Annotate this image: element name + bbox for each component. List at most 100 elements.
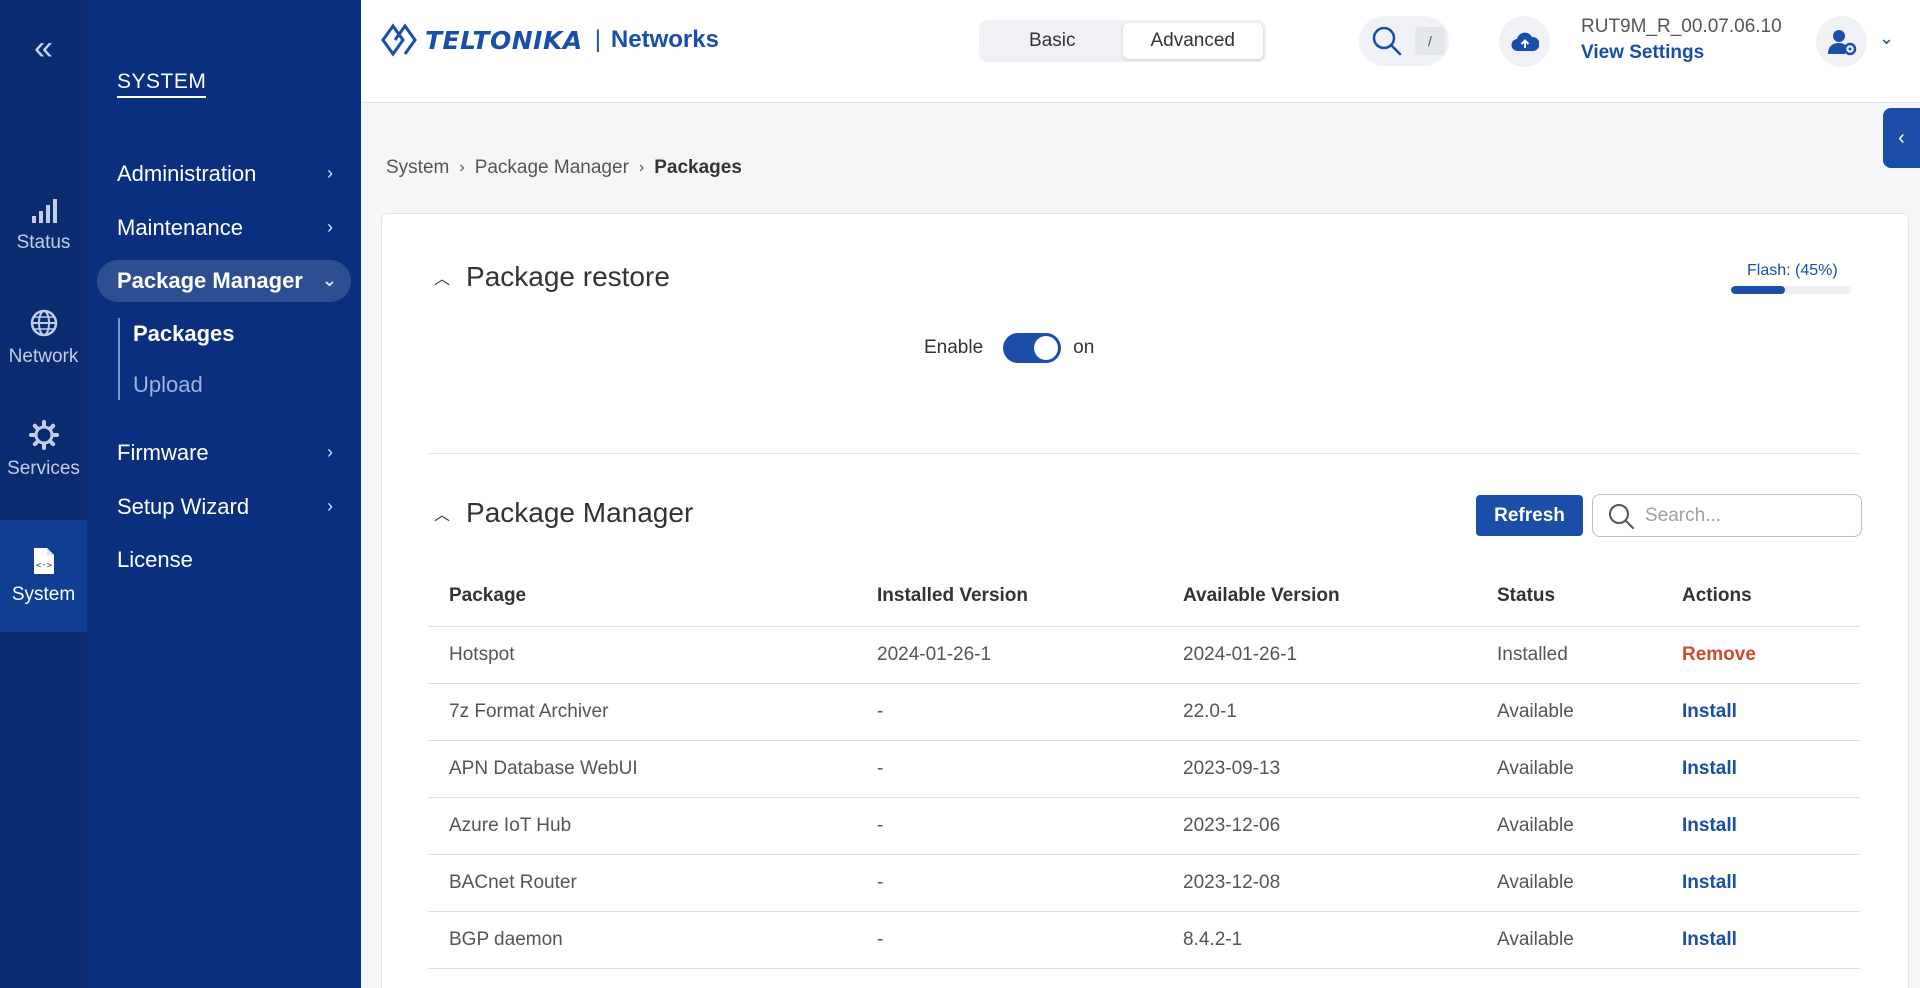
user-menu-button[interactable] (1816, 16, 1867, 67)
enable-toggle[interactable] (1003, 333, 1062, 363)
refresh-button[interactable]: Refresh (1476, 495, 1583, 536)
package-search-box (1592, 494, 1862, 537)
cell-status: Installed (1497, 626, 1682, 684)
system-subnav: SYSTEM Administration › Maintenance › Pa… (87, 0, 361, 988)
subnav-item-firmware[interactable]: Firmware › (117, 432, 349, 474)
table-row: 7z Format Archiver - 22.0-1 Available In… (428, 683, 1860, 741)
cell-available-version: 2023-09-13 (1183, 740, 1497, 798)
table-header-row: Package Installed Version Available Vers… (428, 566, 1860, 627)
cell-available-version: 2024-01-26-1 (1183, 626, 1497, 684)
cell-package: Azure IoT Hub (428, 797, 877, 855)
rail-item-system[interactable]: <·> System (0, 520, 87, 632)
cell-status: Available (1497, 683, 1682, 741)
search-icon (1609, 503, 1634, 529)
side-panel-toggle[interactable]: ‹ (1883, 108, 1920, 168)
cell-package: BACnet Router (428, 854, 877, 912)
cell-package: BGP daemon (428, 911, 877, 969)
column-header-installed-version[interactable]: Installed Version (877, 566, 1183, 627)
chevron-right-icon: › (327, 442, 333, 462)
mode-advanced-button[interactable]: Advanced (1122, 23, 1263, 59)
packages-table: Package Installed Version Available Vers… (428, 566, 1860, 969)
subnav-child-packages[interactable]: Packages (133, 321, 235, 347)
cell-status: Available (1497, 797, 1682, 855)
subnav-item-label: License (117, 547, 193, 572)
subnav-child-upload[interactable]: Upload (133, 372, 203, 398)
user-settings-icon (1827, 29, 1856, 55)
chevron-right-icon: › (459, 159, 465, 176)
subnav-item-label: Package Manager (117, 268, 303, 293)
mode-basic-button[interactable]: Basic (982, 23, 1123, 59)
top-header: TELTONIKA | Networks Basic Advanced / RU… (361, 0, 1920, 103)
user-menu-chevron-icon[interactable]: ⌄ (1879, 28, 1894, 49)
subnav-item-label: Maintenance (117, 215, 243, 240)
column-header-actions: Actions (1682, 566, 1860, 627)
signal-bars-icon (31, 199, 57, 223)
table-row: BACnet Router - 2023-12-08 Available Ins… (428, 854, 1860, 912)
install-button[interactable]: Install (1682, 758, 1737, 779)
subnav-item-license[interactable]: License (117, 539, 349, 581)
package-restore-title: Package restore (466, 261, 670, 292)
breadcrumb-item-package-manager[interactable]: Package Manager (475, 157, 629, 179)
package-search-input[interactable] (1645, 504, 1845, 527)
brand-name: TELTONIKA (425, 25, 583, 55)
brand-logo[interactable]: TELTONIKA | Networks (381, 22, 719, 58)
column-header-available-version[interactable]: Available Version (1183, 566, 1497, 627)
device-name: RUT9M_R_00.07.06.10 (1581, 16, 1782, 37)
package-restore-header[interactable]: ︿ Package restore (434, 261, 670, 293)
collapse-sidebar-icon[interactable]: « (0, 20, 87, 76)
cell-status: Available (1497, 740, 1682, 798)
subnav-item-label: Administration (117, 161, 257, 186)
flash-usage-label: Flash: (45%) (1747, 262, 1838, 279)
enable-label: Enable (924, 337, 984, 358)
subnav-item-maintenance[interactable]: Maintenance › (117, 207, 349, 249)
enable-state-text: on (1073, 337, 1095, 358)
package-manager-header[interactable]: ︿ Package Manager (434, 497, 693, 529)
cell-available-version: 2023-12-08 (1183, 854, 1497, 912)
breadcrumb: System › Package Manager › Packages (386, 157, 742, 179)
column-header-status[interactable]: Status (1497, 566, 1682, 627)
subnav-item-administration[interactable]: Administration › (117, 153, 349, 195)
subnav-item-label: Firmware (117, 440, 209, 465)
table-row: APN Database WebUI - 2023-09-13 Availabl… (428, 740, 1860, 798)
remove-button[interactable]: Remove (1682, 644, 1756, 665)
cell-installed-version: - (877, 683, 1183, 741)
chevron-right-icon: › (327, 496, 333, 516)
rail-item-services[interactable]: Services (0, 394, 87, 506)
cell-installed-version: - (877, 854, 1183, 912)
install-button[interactable]: Install (1682, 701, 1737, 722)
toggle-knob (1034, 336, 1059, 360)
cell-available-version: 8.4.2-1 (1183, 911, 1497, 969)
rail-item-status[interactable]: Status (0, 170, 87, 282)
breadcrumb-item-packages: Packages (654, 157, 742, 178)
code-file-icon: <·> (33, 548, 54, 574)
cell-available-version: 2023-12-06 (1183, 797, 1497, 855)
mode-toggle: Basic Advanced (979, 20, 1266, 62)
install-button[interactable]: Install (1682, 929, 1737, 950)
subnav-item-setup-wizard[interactable]: Setup Wizard › (117, 486, 349, 528)
table-row: BGP daemon - 8.4.2-1 Available Install (428, 911, 1860, 969)
view-settings-link[interactable]: View Settings (1581, 42, 1782, 64)
chevron-left-icon: ‹ (1898, 126, 1905, 149)
rail-label-system: System (11, 584, 76, 605)
cloud-upload-button[interactable] (1499, 16, 1550, 67)
column-header-package[interactable]: Package (428, 566, 877, 627)
brand-separator: | (594, 26, 601, 53)
chevron-right-icon: › (327, 217, 333, 237)
subnav-item-package-manager[interactable]: Package Manager ⌄ (97, 260, 351, 302)
install-button[interactable]: Install (1682, 872, 1737, 893)
rail-item-network[interactable]: Network (0, 282, 87, 394)
chevron-up-icon: ︿ (434, 507, 451, 524)
cell-available-version: 22.0-1 (1183, 683, 1497, 741)
cell-package: APN Database WebUI (428, 740, 877, 798)
breadcrumb-item-system[interactable]: System (386, 157, 449, 179)
search-shortcut-key: / (1415, 27, 1445, 55)
cell-status: Available (1497, 854, 1682, 912)
rail-label-services: Services (7, 458, 80, 479)
globe-icon (30, 309, 57, 337)
icon-rail: « Status Network Services <·> System (0, 0, 87, 988)
chevron-down-icon: ⌄ (321, 270, 337, 290)
install-button[interactable]: Install (1682, 815, 1737, 836)
header-search-button[interactable]: / (1359, 16, 1449, 66)
subnav-title: SYSTEM (117, 70, 207, 98)
brand-subtitle: Networks (610, 26, 719, 53)
